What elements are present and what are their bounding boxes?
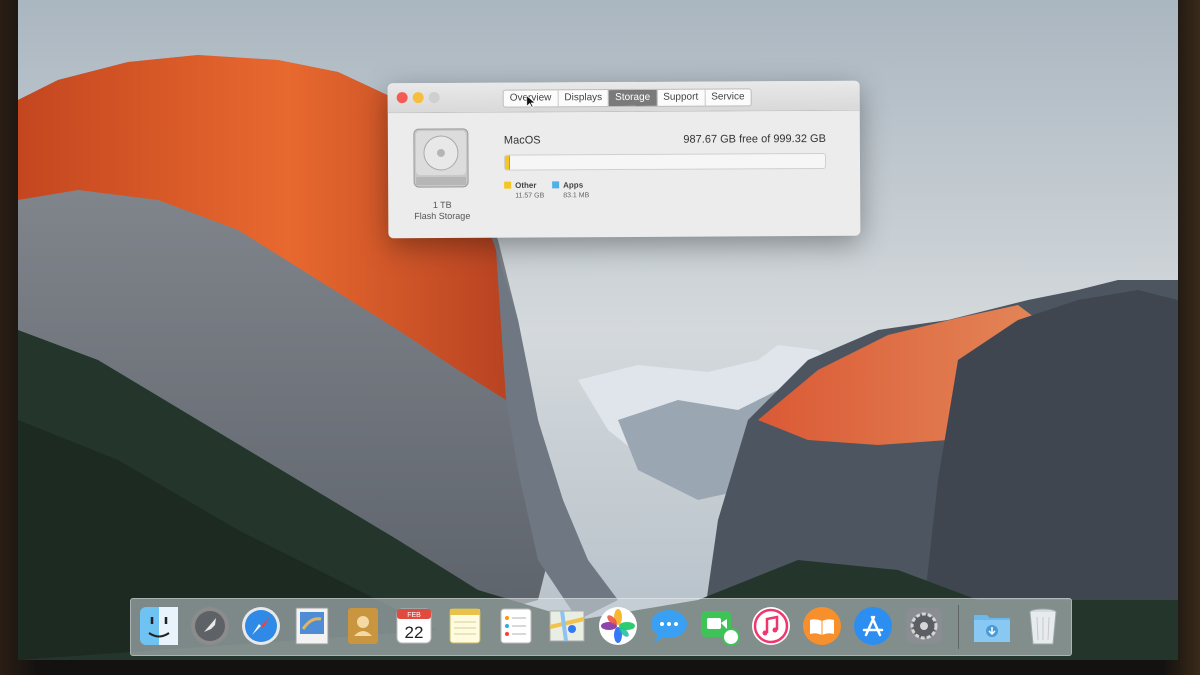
mail-icon[interactable] bbox=[291, 605, 333, 647]
window-titlebar[interactable]: Overview Displays Storage Support Servic… bbox=[387, 80, 860, 114]
calendar-month: FEB bbox=[407, 612, 421, 619]
finder-icon[interactable] bbox=[138, 605, 180, 647]
messages-icon[interactable] bbox=[648, 605, 690, 647]
photos-icon[interactable] bbox=[597, 605, 639, 647]
about-this-mac-window[interactable]: Overview Displays Storage Support Servic… bbox=[387, 80, 861, 239]
disk-size-label: 1 TB bbox=[432, 199, 452, 211]
reminders-icon[interactable] bbox=[495, 605, 537, 647]
safari-icon[interactable] bbox=[240, 605, 282, 647]
calendar-icon[interactable]: FEB 22 bbox=[393, 605, 435, 647]
mouse-cursor-icon bbox=[526, 95, 536, 109]
usage-segment-apps bbox=[508, 155, 510, 170]
legend-label-other: Other bbox=[515, 180, 537, 190]
calendar-day: 22 bbox=[405, 623, 424, 642]
legend-value-apps: 83.1 MB bbox=[563, 192, 590, 200]
system-preferences-icon[interactable] bbox=[903, 605, 945, 647]
tab-support[interactable]: Support bbox=[657, 89, 706, 106]
close-button[interactable] bbox=[396, 92, 408, 104]
legend-value-other: 11.57 GB bbox=[515, 192, 545, 200]
ibooks-icon[interactable] bbox=[801, 605, 843, 647]
maps-icon[interactable] bbox=[546, 605, 588, 647]
dock: FEB 22 bbox=[130, 598, 1072, 656]
tab-service[interactable]: Service bbox=[705, 89, 750, 105]
notes-icon[interactable] bbox=[444, 605, 486, 647]
disk-capacity: 1 TB Flash Storage bbox=[402, 200, 482, 222]
desktop[interactable]: Overview Displays Storage Support Servic… bbox=[18, 0, 1178, 660]
minimize-button[interactable] bbox=[412, 92, 424, 104]
downloads-folder-icon[interactable] bbox=[971, 605, 1013, 647]
trash-icon[interactable] bbox=[1022, 605, 1064, 647]
launchpad-icon[interactable] bbox=[189, 605, 231, 647]
legend-apps: Apps 83.1 MB bbox=[552, 180, 589, 200]
legend-other: Other 11.57 GB bbox=[504, 180, 544, 200]
storage-usage-bar bbox=[503, 152, 827, 171]
volume-free-space: 987.67 GB free of 999.32 GB bbox=[683, 132, 826, 146]
legend-label-apps: Apps bbox=[563, 180, 584, 190]
tab-storage[interactable]: Storage bbox=[609, 89, 658, 107]
volume-name: MacOS bbox=[503, 134, 541, 147]
hard-drive-icon bbox=[413, 128, 469, 188]
disk-type-label: Flash Storage bbox=[414, 210, 471, 222]
zoom-button[interactable] bbox=[428, 91, 440, 104]
tab-bar: Overview Displays Storage Support Servic… bbox=[502, 88, 752, 108]
legend-swatch-apps bbox=[552, 181, 560, 189]
facetime-icon[interactable] bbox=[699, 605, 741, 647]
contacts-icon[interactable] bbox=[342, 605, 384, 647]
legend-swatch-other bbox=[504, 181, 512, 190]
app-store-icon[interactable] bbox=[852, 605, 894, 647]
itunes-icon[interactable] bbox=[750, 605, 792, 647]
tab-displays[interactable]: Displays bbox=[558, 90, 610, 107]
dock-separator bbox=[958, 605, 959, 649]
